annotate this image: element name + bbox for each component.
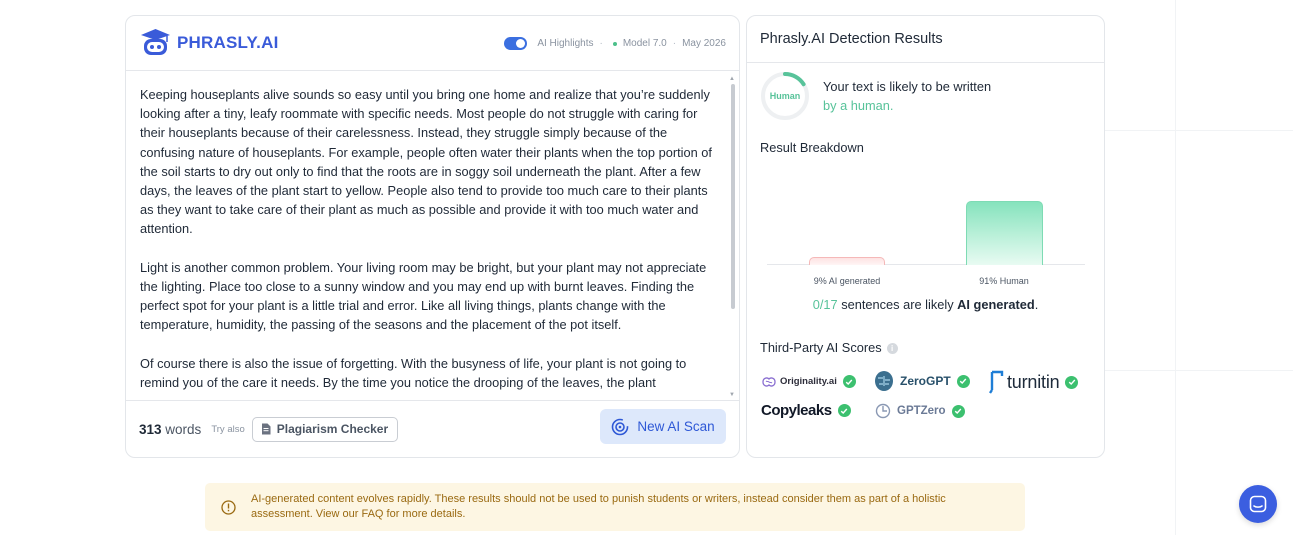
- background-line: [1105, 370, 1293, 371]
- text-paragraph: Light is another common problem. Your li…: [140, 259, 707, 333]
- document-icon: [261, 423, 271, 435]
- results-title: Phrasly.AI Detection Results: [747, 16, 1104, 63]
- third-party-title: Third-Party AI Scores i: [760, 340, 898, 355]
- editor-scrollbar[interactable]: [731, 84, 735, 309]
- check-icon: [956, 374, 970, 388]
- sentences-count: 0/17: [812, 297, 838, 312]
- check-icon: [837, 404, 851, 417]
- zerogpt-brain-icon: [875, 371, 893, 391]
- provider-zerogpt: ZeroGPT: [874, 370, 970, 392]
- word-count: 313 words: [139, 422, 201, 437]
- word-count-number: 313: [139, 421, 162, 437]
- human-score-ring: Human: [760, 71, 810, 121]
- breakdown-title: Result Breakdown: [760, 140, 864, 155]
- provider-name: turnitin: [1007, 371, 1060, 392]
- text-paragraph: Keeping houseplants alive sounds so easy…: [140, 87, 712, 237]
- disclaimer-banner: AI-generated content evolves rapidly. Th…: [205, 483, 1025, 531]
- provider-name: ZeroGPT: [900, 374, 951, 388]
- verdict-line-1: Your text is likely to be written: [823, 79, 992, 94]
- verdict-summary: Human Your text is likely to be written …: [760, 71, 991, 121]
- new-ai-scan-button[interactable]: New AI Scan: [600, 409, 726, 444]
- try-also-label: Try also: [211, 423, 245, 435]
- results-card: Phrasly.AI Detection Results Human Your …: [746, 15, 1105, 458]
- human-bar: [966, 201, 1043, 265]
- breakdown-chart: 9% AI generated 91% Human: [767, 161, 1085, 286]
- sentences-ai-label: AI generated: [957, 297, 1035, 312]
- chat-support-button[interactable]: [1239, 485, 1277, 523]
- sentences-summary: 0/17 sentences are likely AI generated.: [747, 297, 1104, 312]
- brand-logo[interactable]: PHRASLY.AI: [139, 28, 279, 58]
- editor-settings: AI Highlights · Model 7.0 · May 2026: [504, 16, 726, 71]
- scroll-down-arrow[interactable]: ▼: [729, 392, 735, 398]
- check-icon: [1065, 375, 1079, 389]
- verdict-line-2: by a human.: [823, 98, 894, 113]
- brand-name: PHRASLY.AI: [177, 33, 279, 52]
- ai-generated-bar: [809, 257, 885, 265]
- text-paragraph: Of course there is also the issue of for…: [140, 355, 687, 391]
- editor-footer: 313 words Try also Plagiarism Checker Ne…: [126, 400, 739, 457]
- ring-label: Human: [769, 91, 801, 101]
- background-line: [1175, 0, 1176, 535]
- provider-turnitin: turnitin: [989, 370, 1079, 394]
- chat-icon: [1249, 495, 1267, 513]
- check-icon: [951, 404, 965, 418]
- word-count-label: words: [165, 421, 202, 437]
- sentences-end: .: [1034, 297, 1039, 312]
- new-ai-scan-label: New AI Scan: [637, 419, 715, 434]
- third-party-title-text: Third-Party AI Scores: [760, 340, 882, 355]
- background-line: [1105, 130, 1293, 131]
- verdict-text: Your text is likely to be written by a h…: [823, 77, 991, 115]
- provider-copyleaks: Copyleaks: [761, 402, 851, 419]
- plagiarism-checker-label: Plagiarism Checker: [276, 422, 389, 436]
- model-status-dot: [612, 41, 617, 46]
- sentences-text: sentences are likely: [837, 297, 958, 312]
- disclaimer-text: AI-generated content evolves rapidly. Th…: [251, 492, 946, 521]
- editor-header: PHRASLY.AI AI Highlights · Model 7.0 · M…: [126, 16, 739, 71]
- separator-dot: ·: [599, 38, 603, 49]
- robot-graduate-icon: [141, 29, 170, 55]
- gptzero-icon: [875, 403, 891, 419]
- provider-name: Copyleaks: [761, 402, 832, 419]
- editor-card: PHRASLY.AI AI Highlights · Model 7.0 · M…: [125, 15, 740, 458]
- check-icon: [842, 375, 856, 388]
- scroll-up-arrow[interactable]: ▲: [729, 76, 735, 82]
- warning-icon: [221, 499, 236, 515]
- ai-highlights-label: AI Highlights: [537, 38, 594, 49]
- human-bar-label: 91% Human: [979, 276, 1029, 286]
- model-version[interactable]: Model 7.0: [623, 38, 667, 49]
- ai-highlights-toggle[interactable]: [504, 37, 528, 50]
- plagiarism-checker-button[interactable]: Plagiarism Checker: [251, 416, 399, 442]
- provider-gptzero: GPTZero: [875, 403, 965, 419]
- text-input-area[interactable]: Keeping houseplants alive sounds so easy…: [126, 72, 739, 402]
- turnitin-logo-icon: [989, 370, 1004, 394]
- separator-dot: ·: [672, 38, 677, 49]
- info-icon[interactable]: i: [886, 343, 898, 355]
- provider-name: Originality.ai: [780, 376, 837, 387]
- brain-icon: [762, 376, 776, 387]
- scan-target-icon: [612, 418, 629, 435]
- provider-originality: Originality.ai: [761, 375, 856, 388]
- provider-name: GPTZero: [897, 405, 946, 417]
- ai-bar-label: 9% AI generated: [813, 276, 881, 286]
- model-date: May 2026: [682, 38, 726, 49]
